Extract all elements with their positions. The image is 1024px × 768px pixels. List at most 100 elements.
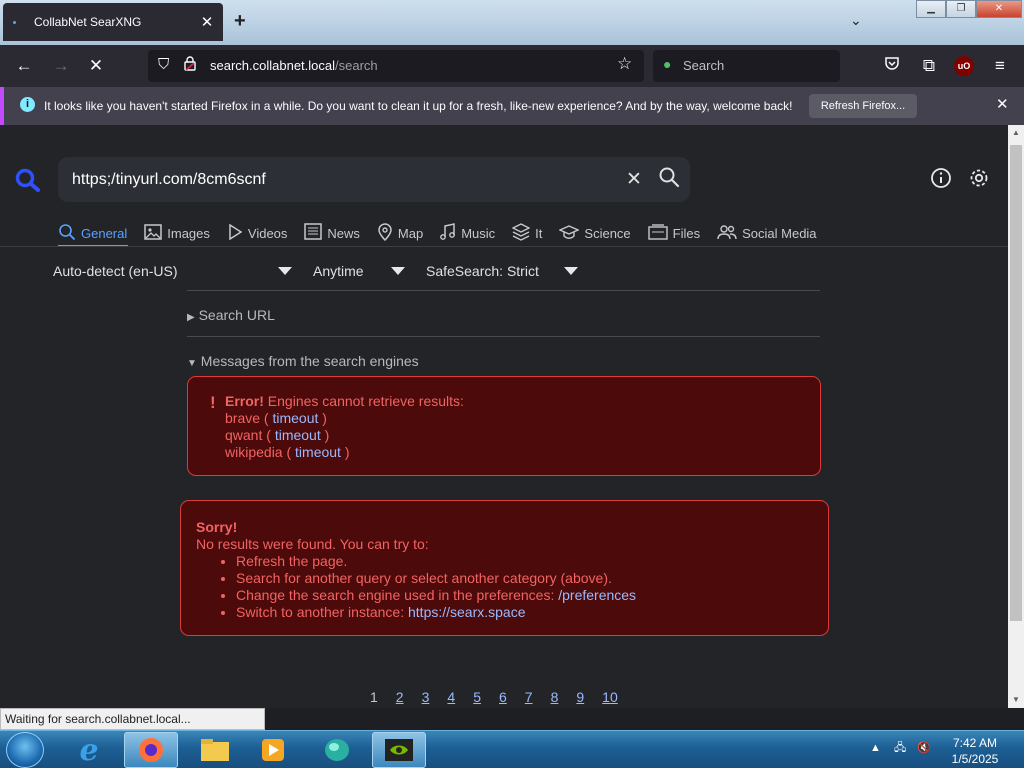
engine-error-reason: timeout [295,444,341,460]
page-link-5[interactable]: 5 [473,689,481,705]
menu-icon[interactable]: ≡ [987,53,1013,79]
tab-music[interactable]: Music [440,221,495,245]
engine-messages-toggle[interactable]: ▼ Messages from the search engines [187,353,419,369]
failed-engines-list: brave ( timeout ) qwant ( timeout ) wikipe… [225,410,464,461]
page-link-6[interactable]: 6 [499,689,507,705]
divider [187,290,820,291]
status-bar: Waiting for search.collabnet.local... [0,708,265,730]
extensions-icon[interactable]: ⧉ [916,53,942,79]
tab-it[interactable]: It [511,221,542,245]
new-tab-button[interactable]: + [234,10,246,33]
suggestion-text: Switch to another instance: [236,604,408,620]
safesearch-select[interactable]: SafeSearch: Strict [426,263,584,279]
url-bar[interactable]: ⛉ search.collabnet.local/search ☆ [148,50,644,82]
category-label: Videos [247,225,288,241]
suggestion-text: Refresh the page. [236,553,348,569]
volume-muted-icon[interactable]: 🔇 [917,742,931,754]
tab-title: CollabNet SearXNG [34,15,142,29]
category-label: Map [397,225,424,241]
tab-map[interactable]: Map [377,221,423,245]
stop-loading-button[interactable]: ✕ [83,53,109,79]
minimize-button[interactable]: ▁ [916,0,946,18]
browser-search-box[interactable]: ● Search [653,50,840,82]
tab-science[interactable]: Science [558,221,631,245]
clock[interactable]: 7:42 AM 1/5/2025 [940,735,1010,767]
page-link-10[interactable]: 10 [602,689,618,705]
files-icon [647,223,668,243]
searxng-logo-icon[interactable] [14,167,42,198]
page-scrollbar[interactable]: ▲ ▼ [1008,125,1024,708]
pagination: 1 2 3 4 5 6 7 8 9 10 [370,689,636,705]
pocket-icon[interactable] [879,53,905,79]
language-value: Auto-detect (en-US) [53,263,178,279]
browser-tab[interactable]: CollabNet SearXNG ✕ [3,3,223,41]
chevron-down-icon [278,267,292,275]
engine-name: wikipedia ( [225,444,296,460]
category-label: Files [672,225,701,241]
refresh-firefox-button[interactable]: Refresh Firefox... [809,94,917,118]
tray-arrow-icon[interactable]: ▲ [870,742,881,754]
internet-explorer-icon[interactable]: e [62,732,116,768]
search-submit-icon[interactable] [658,166,680,193]
maximize-button[interactable]: ❐ [946,0,976,18]
page-link-8[interactable]: 8 [551,689,559,705]
paren-close: ) [320,427,330,443]
nvidia-icon[interactable] [372,732,426,768]
media-player-icon[interactable] [246,732,300,768]
language-select[interactable]: Auto-detect (en-US) [53,263,298,279]
triangle-down-icon: ▼ [187,358,197,369]
tab-videos[interactable]: Videos [227,221,288,245]
settings-gear-icon[interactable] [968,167,990,194]
search-url-toggle[interactable]: ▶ Search URL [187,307,275,323]
about-info-icon[interactable] [930,167,952,194]
tab-news[interactable]: News [304,221,360,245]
start-button[interactable] [6,732,44,768]
bookmark-star-icon[interactable]: ☆ [617,54,632,74]
tab-general[interactable]: General [58,221,127,245]
suggestion-item: Search for another query or select anoth… [236,570,636,587]
scrollbar-thumb[interactable] [1010,145,1022,621]
suggestion-item: Switch to another instance: https://sear… [236,604,636,621]
page-link-7[interactable]: 7 [525,689,533,705]
lock-icon[interactable] [184,56,196,75]
search-query-box[interactable]: https;/tinyurl.com/8cm6scnf ✕ [58,157,690,202]
tab-social-media[interactable]: Social Media [717,221,817,245]
page-link-2[interactable]: 2 [396,689,404,705]
url-text[interactable]: search.collabnet.local/search [210,58,378,73]
file-explorer-icon[interactable] [188,732,242,768]
searx-space-link[interactable]: https://searx.space [408,604,526,620]
shield-icon[interactable]: ⛉ [158,56,169,73]
tab-images[interactable]: Images [144,221,210,245]
page-link-1[interactable]: 1 [370,689,378,705]
info-icon: i [20,97,35,112]
safesearch-value: SafeSearch: Strict [426,263,539,279]
people-icon [717,224,737,243]
forward-button[interactable]: → [48,53,74,79]
preferences-link[interactable]: /preferences [554,587,636,603]
paren-close: ) [318,410,327,426]
layers-icon [511,222,531,244]
app-bubble-icon[interactable] [310,732,364,768]
firefox-taskbar-icon[interactable] [124,732,178,768]
tab-files[interactable]: Files [647,221,701,245]
scroll-down-arrow-icon[interactable]: ▼ [1008,695,1024,704]
network-icon[interactable]: 🖧 [894,742,906,754]
back-button[interactable]: ← [11,53,37,79]
window-close-button[interactable]: ✕ [976,0,1022,18]
scroll-up-arrow-icon[interactable]: ▲ [1008,128,1024,137]
triangle-right-icon: ▶ [187,312,195,323]
ublock-origin-icon[interactable]: uO [954,56,974,76]
screen: CollabNet SearXNG ✕ + ⌄ ▁ ❐ ✕ ← → ✕ ⛉ se… [0,0,1024,768]
page-link-4[interactable]: 4 [447,689,455,705]
search-input[interactable]: https;/tinyurl.com/8cm6scnf [72,171,266,189]
page-link-9[interactable]: 9 [576,689,584,705]
page-link-3[interactable]: 3 [422,689,430,705]
close-tab-icon[interactable]: ✕ [197,13,217,31]
clear-search-icon[interactable]: ✕ [626,168,642,191]
notification-close-icon[interactable]: ✕ [996,95,1009,113]
chevron-down-icon [391,267,405,275]
list-tabs-chevron-icon[interactable]: ⌄ [850,12,862,29]
engine-error-reason: timeout [274,427,321,443]
chevron-down-icon [564,267,578,275]
time-range-select[interactable]: Anytime [313,263,411,279]
